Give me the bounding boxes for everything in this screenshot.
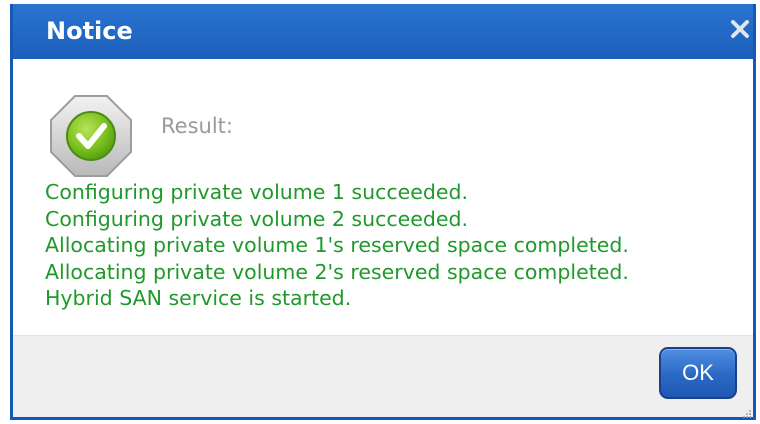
result-messages: Configuring private volume 1 succeeded. … [45,179,629,312]
dialog-content: Result: Configuring private volume 1 suc… [13,59,753,335]
success-check-icon [49,94,133,178]
message-line: Configuring private volume 2 succeeded. [45,206,469,231]
message-line: Allocating private volume 1's reserved s… [45,233,629,257]
message-line: Configuring private volume 1 succeeded. [45,180,469,204]
ok-button[interactable]: OK [659,347,737,399]
dialog-footer: OK [13,335,753,418]
close-icon[interactable] [729,14,751,42]
message-line: Allocating private volume 2's reserved s… [45,259,629,284]
result-label: Result: [161,114,233,138]
dialog-title: Notice [46,17,133,45]
resize-grip-icon[interactable] [742,406,752,418]
dialog-titlebar[interactable]: Notice [13,4,753,59]
message-line: Hybrid SAN service is started. [45,286,352,310]
notice-dialog: Notice Result: Configuring private volum… [10,4,756,420]
